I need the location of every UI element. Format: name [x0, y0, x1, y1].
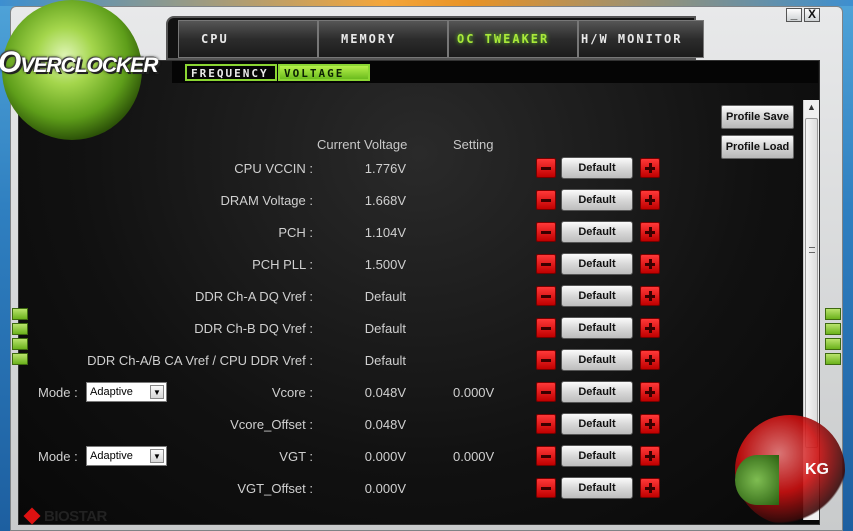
- increase-button[interactable]: [640, 158, 660, 178]
- decrease-button[interactable]: [536, 254, 556, 274]
- increase-button[interactable]: [640, 254, 660, 274]
- logo-word: VERCLOCKER: [20, 54, 158, 77]
- tab-cpu[interactable]: CPU: [178, 20, 318, 58]
- side-tab[interactable]: [12, 308, 28, 320]
- increase-button[interactable]: [640, 414, 660, 434]
- vcore-mode-select[interactable]: Adaptive ▼: [86, 382, 167, 402]
- row-label: Vcore_Offset :: [230, 417, 313, 432]
- decrease-button[interactable]: [536, 286, 556, 306]
- increase-button[interactable]: [640, 382, 660, 402]
- minimize-button[interactable]: _: [786, 8, 802, 22]
- kg-watermark: KG: [735, 415, 845, 525]
- tab-hw-monitor[interactable]: H/W MONITOR: [578, 20, 704, 58]
- sub-tab-bar: FREQUENCY VOLTAGE: [172, 61, 818, 83]
- scrollbar-thumb[interactable]: [805, 118, 818, 448]
- watermark-green-shape: [735, 455, 779, 505]
- subtab-voltage[interactable]: VOLTAGE: [278, 64, 370, 81]
- row-label: VGT :: [279, 449, 313, 464]
- row-label: VGT_Offset :: [237, 481, 313, 496]
- default-button[interactable]: Default: [561, 189, 633, 211]
- row-label: Vcore :: [271, 385, 313, 400]
- decrease-button[interactable]: [536, 414, 556, 434]
- increase-button[interactable]: [640, 318, 660, 338]
- header-current-voltage: Current Voltage: [317, 137, 408, 152]
- row-label: DDR Ch-A DQ Vref :: [195, 289, 313, 304]
- row-label: PCH PLL :: [252, 257, 313, 272]
- chevron-down-icon[interactable]: ▼: [150, 385, 164, 399]
- row-setting-value: 0.000V: [453, 449, 495, 464]
- row-current-value: 1.668V: [364, 193, 406, 208]
- row-current-value: 1.104V: [364, 225, 406, 240]
- header-setting: Setting: [453, 137, 494, 152]
- default-button[interactable]: Default: [561, 381, 633, 403]
- side-tab[interactable]: [12, 353, 28, 365]
- increase-button[interactable]: [640, 222, 660, 242]
- side-tab[interactable]: [825, 308, 841, 320]
- scroll-up-arrow-icon[interactable]: ▲: [804, 100, 819, 116]
- biostar-wordmark: BIOSTAR: [44, 508, 107, 525]
- increase-button[interactable]: [640, 478, 660, 498]
- main-tab-bar: CPU MEMORY OC TWEAKER H/W MONITOR: [166, 16, 704, 60]
- row-current-value: Default: [364, 321, 406, 336]
- row-current-value: 0.000V: [364, 481, 406, 496]
- side-tab[interactable]: [12, 323, 28, 335]
- side-tab[interactable]: [825, 323, 841, 335]
- vcore-mode-value: Adaptive: [90, 386, 133, 398]
- vgt-mode-value: Adaptive: [90, 450, 133, 462]
- profile-save-button[interactable]: Profile Save: [721, 105, 794, 129]
- watermark-text: KG: [805, 461, 829, 478]
- increase-button[interactable]: [640, 446, 660, 466]
- decrease-button[interactable]: [536, 158, 556, 178]
- row-label: DDR Ch-A/B CA Vref / CPU DDR Vref :: [87, 353, 313, 368]
- vgt-mode-select[interactable]: Adaptive ▼: [86, 446, 167, 466]
- tab-oc-tweaker[interactable]: OC TWEAKER: [448, 20, 578, 58]
- default-button[interactable]: Default: [561, 253, 633, 275]
- row-current-value: Default: [364, 353, 406, 368]
- subtab-frequency[interactable]: FREQUENCY: [185, 64, 277, 81]
- right-side-tabs: [825, 308, 841, 368]
- row-label: PCH :: [278, 225, 313, 240]
- chevron-down-icon[interactable]: ▼: [150, 449, 164, 463]
- left-side-tabs: [12, 308, 28, 368]
- default-button[interactable]: Default: [561, 477, 633, 499]
- decrease-button[interactable]: [536, 382, 556, 402]
- default-button[interactable]: Default: [561, 349, 633, 371]
- decrease-button[interactable]: [536, 318, 556, 338]
- decrease-button[interactable]: [536, 222, 556, 242]
- overclocker-logo-text: OVERCLOCKER: [0, 46, 178, 80]
- row-current-value: Default: [364, 289, 406, 304]
- decrease-button[interactable]: [536, 478, 556, 498]
- row-current-value: 0.048V: [364, 417, 406, 432]
- row-current-value: 0.000V: [364, 449, 406, 464]
- increase-button[interactable]: [640, 190, 660, 210]
- increase-button[interactable]: [640, 350, 660, 370]
- decrease-button[interactable]: [536, 190, 556, 210]
- tab-memory[interactable]: MEMORY: [318, 20, 448, 58]
- default-button[interactable]: Default: [561, 157, 633, 179]
- logo-initial: O: [0, 46, 21, 79]
- row-setting-value: 0.000V: [453, 385, 495, 400]
- close-button[interactable]: X: [804, 8, 820, 22]
- default-button[interactable]: Default: [561, 317, 633, 339]
- increase-button[interactable]: [640, 286, 660, 306]
- mode-label: Mode :: [38, 385, 78, 400]
- decrease-button[interactable]: [536, 446, 556, 466]
- row-current-value: 1.776V: [364, 161, 406, 176]
- row-current-value: 0.048V: [364, 385, 406, 400]
- side-tab[interactable]: [825, 353, 841, 365]
- default-button[interactable]: Default: [561, 413, 633, 435]
- default-button[interactable]: Default: [561, 221, 633, 243]
- default-button[interactable]: Default: [561, 285, 633, 307]
- grip-icon: [809, 247, 815, 253]
- side-tab[interactable]: [12, 338, 28, 350]
- row-label: CPU VCCIN :: [234, 161, 313, 176]
- decrease-button[interactable]: [536, 350, 556, 370]
- mode-label: Mode :: [38, 449, 78, 464]
- profile-load-button[interactable]: Profile Load: [721, 135, 794, 159]
- row-current-value: 1.500V: [364, 257, 406, 272]
- row-label: DDR Ch-B DQ Vref :: [194, 321, 313, 336]
- default-button[interactable]: Default: [561, 445, 633, 467]
- row-label: DRAM Voltage :: [220, 193, 314, 208]
- side-tab[interactable]: [825, 338, 841, 350]
